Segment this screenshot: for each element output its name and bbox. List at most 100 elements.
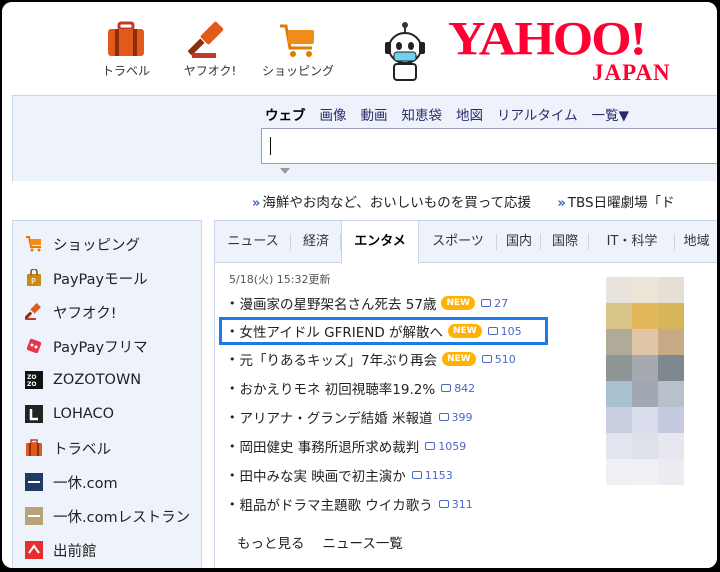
new-badge: NEW bbox=[442, 352, 476, 366]
news-tab-domestic[interactable]: 国内 bbox=[497, 221, 541, 263]
news-item[interactable]: • アリアナ・グランデ結婚 米報道 399 bbox=[229, 407, 473, 428]
news-item[interactable]: • 粗品がドラマ主題歌 ウイカ歌う 311 bbox=[229, 494, 473, 515]
sidebar-item-demaekan[interactable]: 出前館 bbox=[25, 538, 97, 562]
paypay-flea-icon bbox=[25, 337, 43, 355]
comment-icon bbox=[481, 355, 492, 363]
search-tab-more[interactable]: 一覧▼ bbox=[592, 104, 629, 124]
news-item[interactable]: • おかえりモネ 初回視聴率19.2% 842 bbox=[229, 378, 475, 399]
sidebar-item-label: LOHACO bbox=[53, 406, 115, 422]
logo-sub-text: JAPAN bbox=[592, 60, 671, 85]
sidebar-item-label: ショッピング bbox=[53, 237, 140, 254]
comment-count[interactable]: 399 bbox=[438, 411, 473, 424]
search-tabs: ウェブ 画像 動画 知恵袋 地図 リアルタイム 一覧▼ bbox=[265, 104, 629, 124]
lohaco-icon bbox=[25, 405, 43, 423]
zozo-icon: ZO ZO bbox=[25, 371, 43, 389]
comment-count[interactable]: 510 bbox=[481, 352, 516, 366]
bullet: • bbox=[229, 352, 236, 366]
comment-count[interactable]: 311 bbox=[438, 497, 473, 511]
service-shopping[interactable]: ショッピング bbox=[258, 20, 338, 79]
sidebar-item-zozotown[interactable]: ZO ZO ZOZOTOWN bbox=[25, 368, 141, 392]
sidebar-item-travel[interactable]: トラベル bbox=[25, 436, 111, 460]
service-label: トラベル bbox=[101, 64, 150, 78]
demaekan-icon bbox=[25, 541, 43, 559]
svg-text:ZO: ZO bbox=[27, 374, 36, 381]
comment-icon bbox=[441, 384, 452, 392]
news-item[interactable]: • 岡田健史 事務所退所求め裁判 1059 bbox=[229, 436, 466, 457]
news-footer-links: もっと見る ニュース一覧 bbox=[237, 532, 403, 552]
yahoo-japan-logo[interactable]: YAHOO! JAPAN bbox=[442, 10, 702, 90]
browser-frame: トラベル ヤフオク! ショッピング YAHOO! JAPAN ウェブ 画像 動画… bbox=[2, 2, 717, 568]
selected-item-highlight bbox=[219, 317, 548, 345]
news-tab-entertainment[interactable]: エンタメ bbox=[341, 221, 419, 264]
news-tab-world[interactable]: 国際 bbox=[541, 221, 589, 263]
comment-count[interactable]: 27 bbox=[481, 297, 508, 310]
ikyu-icon bbox=[25, 473, 43, 491]
shopping-bag-icon: P bbox=[25, 268, 43, 287]
search-tab-chiebukuro[interactable]: 知恵袋 bbox=[402, 104, 443, 124]
promo-link-1[interactable]: » 海鮮やお肉など、おいしいものを買って応援 bbox=[252, 195, 531, 211]
shopping-cart-icon bbox=[276, 20, 320, 60]
service-label: ショッピング bbox=[261, 64, 334, 78]
news-item-title: 元「りあるキッズ」7年ぶり再会 bbox=[239, 353, 438, 369]
service-auction[interactable]: ヤフオク! bbox=[170, 20, 250, 79]
news-item-title: 田中みな実 映画で初主演か bbox=[239, 469, 406, 485]
sidebar-item-lohaco[interactable]: LOHACO bbox=[25, 402, 114, 426]
news-item-title: 岡田健史 事務所退所求め裁判 bbox=[239, 440, 420, 456]
news-tab-local[interactable]: 地域 bbox=[675, 221, 717, 263]
comment-count-value: 1059 bbox=[438, 439, 467, 453]
text-caret bbox=[270, 137, 271, 155]
comment-icon bbox=[438, 500, 449, 508]
more-news-link[interactable]: もっと見る bbox=[237, 532, 305, 552]
news-panel: ニュース 経済 エンタメ スポーツ 国内 国際 IT・科学 地域 5/18(火)… bbox=[214, 220, 717, 568]
search-tab-video[interactable]: 動画 bbox=[361, 104, 388, 124]
news-tab-economy[interactable]: 経済 bbox=[291, 221, 341, 263]
sidebar-item-ikyu-restaurant[interactable]: 一休.comレストラン bbox=[25, 504, 190, 528]
new-badge: NEW bbox=[441, 296, 476, 310]
news-item[interactable]: • 田中みな実 映画で初主演か 1153 bbox=[229, 465, 453, 486]
comment-count[interactable]: 1153 bbox=[411, 469, 453, 482]
auction-gavel-icon bbox=[187, 20, 232, 60]
sidebar-item-label: トラベル bbox=[53, 441, 111, 458]
promo-link-2[interactable]: » TBS日曜劇場「ド bbox=[557, 195, 674, 211]
news-tab-sports[interactable]: スポーツ bbox=[419, 221, 497, 263]
sidebar-item-ikyu[interactable]: 一休.com bbox=[25, 470, 118, 494]
news-item-title: おかえりモネ 初回視聴率19.2% bbox=[239, 382, 436, 398]
auction-gavel-icon bbox=[23, 303, 43, 321]
news-tab-it-science[interactable]: IT・科学 bbox=[589, 221, 675, 263]
comment-icon bbox=[438, 413, 449, 421]
promo-links: » 海鮮やお肉など、おいしいものを買って応援 » TBS日曜劇場「ド bbox=[252, 191, 697, 211]
comment-count[interactable]: 1059 bbox=[425, 440, 466, 453]
comment-count[interactable]: 842 bbox=[441, 382, 475, 395]
sidebar-item-label: ヤフオク! bbox=[53, 305, 117, 322]
news-thumbnail-image[interactable] bbox=[586, 271, 717, 511]
suitcase-icon bbox=[25, 439, 43, 457]
search-tab-images[interactable]: 画像 bbox=[320, 104, 347, 124]
search-tab-web[interactable]: ウェブ bbox=[265, 104, 306, 124]
search-tab-realtime[interactable]: リアルタイム bbox=[497, 104, 578, 124]
svg-text:ZO: ZO bbox=[27, 381, 36, 388]
search-panel: ウェブ 画像 動画 知恵袋 地図 リアルタイム 一覧▼ bbox=[12, 95, 717, 181]
news-item-title: アリアナ・グランデ結婚 米報道 bbox=[239, 411, 433, 427]
search-input[interactable] bbox=[261, 128, 717, 164]
sidebar-item-auction[interactable]: ヤフオク! bbox=[23, 300, 117, 324]
sidebar-item-paypay-mall[interactable]: P PayPayモール bbox=[25, 266, 148, 290]
comment-count-value: 27 bbox=[494, 296, 509, 310]
search-suggest-arrow-icon[interactable] bbox=[280, 168, 290, 174]
svg-text:P: P bbox=[31, 277, 36, 286]
news-tab-news[interactable]: ニュース bbox=[215, 221, 291, 263]
shopping-cart-icon bbox=[25, 235, 43, 253]
search-tab-map[interactable]: 地図 bbox=[456, 104, 483, 124]
sidebar-item-shopping[interactable]: ショッピング bbox=[25, 232, 140, 256]
sidebar-item-paypay-flea[interactable]: PayPayフリマ bbox=[25, 334, 148, 358]
comment-count-value: 510 bbox=[494, 352, 516, 366]
news-item[interactable]: • 元「りあるキッズ」7年ぶり再会 NEW 510 bbox=[229, 349, 516, 369]
bullet: • bbox=[229, 468, 236, 482]
mascot-robot-icon bbox=[380, 22, 430, 84]
comment-count-value: 842 bbox=[454, 381, 476, 395]
news-tabs: ニュース 経済 エンタメ スポーツ 国内 国際 IT・科学 地域 bbox=[215, 221, 717, 264]
news-item[interactable]: • 漫画家の星野架名さん死去 57歳 NEW 27 bbox=[229, 293, 508, 313]
news-list-link[interactable]: ニュース一覧 bbox=[323, 532, 403, 552]
ikyu-restaurant-icon bbox=[25, 507, 43, 525]
service-travel[interactable]: トラベル bbox=[86, 20, 166, 79]
comment-count-value: 311 bbox=[451, 497, 473, 511]
